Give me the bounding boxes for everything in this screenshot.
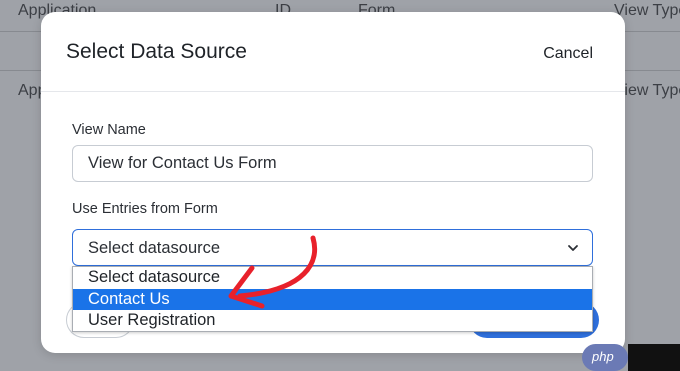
option-select-datasource[interactable]: Select datasource [73, 267, 592, 288]
watermark-dark-block [628, 344, 680, 371]
chevron-down-icon [568, 245, 578, 251]
modal-title: Select Data Source [66, 40, 247, 63]
php-watermark-logo: php [582, 344, 680, 371]
datasource-select[interactable]: Select datasource [72, 229, 593, 266]
datasource-dropdown-list: Select datasource Contact Us User Regist… [72, 266, 593, 332]
entries-form-label: Use Entries from Form [72, 201, 218, 217]
modal-header: Select Data Source Cancel [41, 12, 625, 92]
option-user-registration[interactable]: User Registration [73, 310, 592, 331]
option-contact-us[interactable]: Contact Us [73, 289, 592, 310]
view-name-label: View Name [72, 122, 146, 138]
cancel-button[interactable]: Cancel [543, 45, 593, 63]
view-name-input[interactable] [72, 145, 593, 182]
watermark-badge: php [582, 344, 628, 371]
select-value: Select datasource [88, 239, 221, 257]
watermark-text: php [592, 349, 614, 364]
